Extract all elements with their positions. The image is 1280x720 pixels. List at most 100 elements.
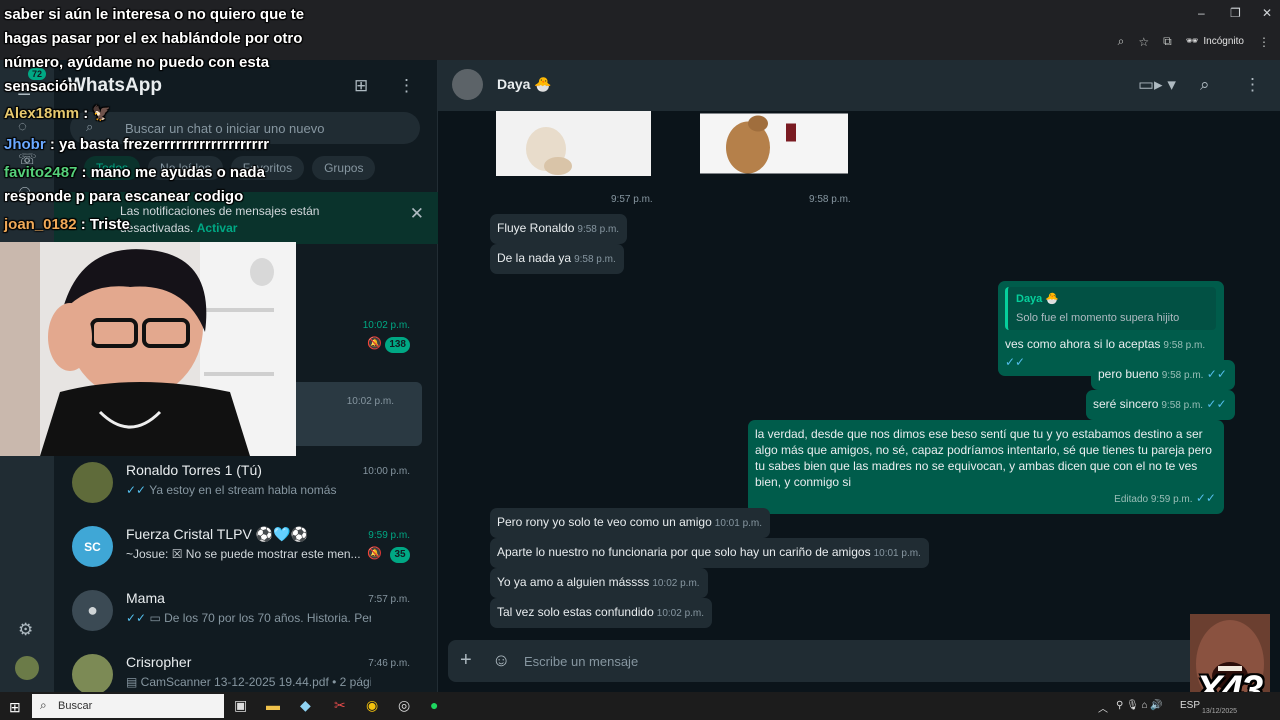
extensions-icon[interactable]: ⧉: [1163, 34, 1172, 49]
double-check-icon: ✓✓: [126, 483, 150, 497]
activate-notifications-link[interactable]: Activar: [197, 221, 238, 235]
message-text: Fluye Ronaldo: [497, 221, 575, 235]
app-icon[interactable]: ◆: [300, 697, 311, 714]
message-composer[interactable]: + ☺ Escribe un mensaje: [448, 640, 1270, 682]
image-time: 9:57 p.m.: [611, 194, 653, 205]
input-language[interactable]: ESP: [1180, 700, 1200, 711]
chat-list-item[interactable]: SC Fuerza Cristal TLPV ⚽🩵⚽ 9:59 p.m. ~Jo…: [54, 516, 438, 580]
incognito-icon: 🕶: [1185, 36, 1199, 47]
overlay-chat-message: joan_0182 : Triste: [4, 216, 130, 233]
video-icon: ▭: [149, 611, 165, 625]
obs-icon[interactable]: ◎: [398, 697, 410, 714]
overlay-chat-message: Jhobr : ya basta frezerrrrrrrrrrrrrrrrrr…: [4, 136, 269, 153]
conversation-panel: Daya 🐣 ▭▸ ▾ ⌕ ⋮ 9:57 p.m. 9:58 p.m. Fluy…: [438, 60, 1280, 692]
quoted-message[interactable]: Daya 🐣 Solo fue el momento supera hijito: [1005, 287, 1216, 330]
incoming-message[interactable]: Fluye Ronaldo 9:58 p.m.: [490, 214, 628, 244]
webcam-overlay: [0, 242, 296, 456]
new-chat-icon[interactable]: ⊞: [354, 76, 368, 96]
image-thumbnail: [700, 113, 848, 174]
profile-avatar[interactable]: [15, 656, 39, 680]
webcam-image: [0, 242, 296, 456]
double-check-icon: ✓✓: [1192, 491, 1216, 505]
chat-time: 7:57 p.m.: [368, 594, 410, 605]
contact-name[interactable]: Daya 🐣: [497, 76, 552, 93]
search-placeholder: Buscar un chat o iniciar uno nuevo: [125, 121, 325, 136]
incoming-message[interactable]: Tal vez solo estas confundido 10:02 p.m.: [490, 598, 713, 628]
image-message[interactable]: [700, 111, 848, 176]
message-time: 9:58 p.m.: [1163, 340, 1206, 351]
filter-groups[interactable]: Grupos: [312, 156, 376, 180]
chat-avatar: [72, 462, 113, 503]
chat-time: 7:46 p.m.: [368, 658, 410, 669]
contact-avatar[interactable]: [452, 69, 483, 100]
incognito-label: Incógnito: [1203, 36, 1244, 47]
incognito-indicator[interactable]: 🕶 Incógnito: [1186, 36, 1244, 47]
sticker-icon[interactable]: ☺: [492, 650, 510, 671]
overlay-text: : Triste: [76, 216, 130, 233]
message-text: pero bueno: [1098, 367, 1159, 381]
video-call-icon[interactable]: ▭▸ ▾: [1138, 75, 1176, 95]
conversation-header[interactable]: Daya 🐣 ▭▸ ▾ ⌕ ⋮: [438, 60, 1280, 111]
message-time: 9:58 p.m.: [1161, 370, 1204, 381]
image-time: 9:58 p.m.: [809, 194, 851, 205]
close-window-button[interactable]: ✕: [1262, 6, 1272, 20]
chrome-icon[interactable]: ◉: [366, 697, 378, 714]
bookmark-star-icon[interactable]: ☆: [1138, 35, 1149, 49]
overlay-chat-message: favito2487 : mano me ayudas o nada: [4, 164, 265, 181]
chat-preview-row: ✓✓ ▭ De los 70 por los 70 años. Historia…: [126, 611, 371, 625]
double-check-icon: ✓✓: [1005, 355, 1026, 369]
capcut-icon[interactable]: ✂: [334, 697, 346, 714]
close-banner-icon[interactable]: ✕: [410, 204, 424, 224]
message-time: 9:58 p.m.: [1161, 400, 1204, 411]
incoming-message[interactable]: Aparte lo nuestro no funcionaria por que…: [490, 538, 929, 568]
document-icon: ▤: [126, 675, 141, 689]
taskbar-search[interactable]: ⌕ Buscar: [32, 694, 224, 718]
chat-list-item[interactable]: ● Mama 7:57 p.m. ✓✓ ▭ De los 70 por los …: [54, 580, 438, 644]
image-thumbnail: [496, 111, 651, 176]
tray-chevron-icon[interactable]: ︿: [1098, 700, 1108, 715]
spotify-icon[interactable]: ●: [430, 697, 438, 713]
overlay-text: : 🦅: [79, 105, 112, 122]
message-time: 10:02 p.m.: [652, 578, 700, 589]
minimize-button[interactable]: –: [1198, 6, 1205, 20]
tray-icons[interactable]: ⚲ 🎙 ⌂ 🔊: [1116, 700, 1163, 711]
chat-preview: De los 70 por los 70 años. Historia. Per…: [164, 611, 371, 625]
group-avatar: SC: [72, 526, 113, 567]
chat-time: 9:59 p.m.: [368, 530, 410, 541]
browser-menu-icon[interactable]: ⋮: [1258, 35, 1270, 49]
overlay-username: joan_0182: [4, 216, 77, 233]
chat-list-item[interactable]: Ronaldo Torres 1 (Tú) 10:00 p.m. ✓✓ Ya e…: [54, 452, 438, 516]
zoom-icon[interactable]: ⌕: [1118, 34, 1125, 49]
message-time: 9:58 p.m.: [574, 254, 616, 265]
overlay-text: responde p para escanear codigo: [4, 188, 244, 205]
outgoing-message[interactable]: pero bueno 9:58 p.m. ✓✓: [1091, 360, 1235, 390]
task-view-icon[interactable]: ▣: [234, 697, 247, 714]
message-meta: Editado 9:59 p.m. ✓✓: [755, 490, 1216, 508]
incoming-message[interactable]: De la nada ya 9:58 p.m.: [490, 244, 624, 274]
menu-icon[interactable]: ⋮: [398, 76, 415, 96]
default-avatar-icon: ●: [72, 590, 113, 631]
image-message[interactable]: [496, 111, 651, 176]
incoming-message[interactable]: Pero rony yo solo te veo como un amigo 10…: [490, 508, 771, 538]
double-check-icon: ✓✓: [126, 611, 150, 625]
attach-icon[interactable]: +: [460, 649, 472, 672]
chat-time: 10:02 p.m.: [362, 320, 410, 331]
overlay-username: favito2487: [4, 164, 78, 181]
muted-icon: 🔕: [367, 546, 382, 560]
search-chat-icon[interactable]: ⌕: [1200, 75, 1210, 95]
file-explorer-icon[interactable]: ▬: [266, 697, 280, 713]
message-input[interactable]: Escribe un mensaje: [524, 654, 638, 669]
incoming-message[interactable]: Yo ya amo a alguien mássss 10:02 p.m.: [490, 568, 708, 598]
chat-menu-icon[interactable]: ⋮: [1244, 75, 1261, 95]
overlay-line: número, ayúdame no puedo con esta: [4, 54, 270, 71]
unread-badge: 35: [390, 547, 410, 563]
settings-icon[interactable]: ⚙: [18, 620, 33, 640]
outgoing-message[interactable]: seré sincero 9:58 p.m. ✓✓: [1086, 390, 1235, 420]
double-check-icon: ✓✓: [1203, 367, 1227, 381]
chat-preview: ~Josue: ☒ No se puede mostrar este men..…: [126, 547, 361, 561]
chat-name: Fuerza Cristal TLPV ⚽🩵⚽: [126, 526, 308, 542]
message-text: Yo ya amo a alguien mássss: [497, 575, 650, 589]
outgoing-message[interactable]: la verdad, desde que nos dimos ese beso …: [748, 420, 1224, 514]
maximize-button[interactable]: ❐: [1230, 6, 1241, 20]
windows-start-icon[interactable]: ⊞: [9, 699, 21, 716]
